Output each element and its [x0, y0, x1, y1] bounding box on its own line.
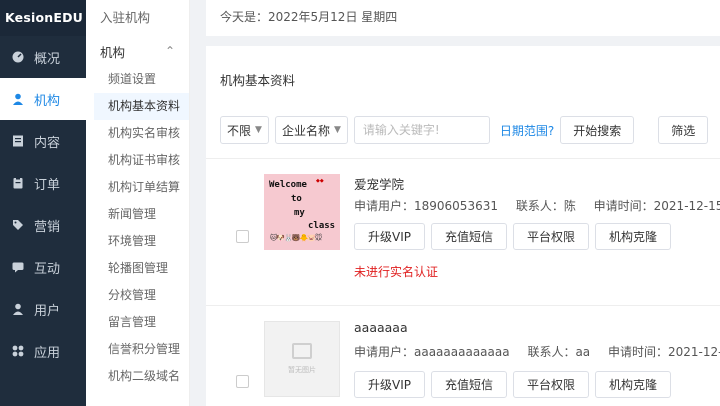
search-button[interactable]: 开始搜索 — [560, 116, 635, 144]
upgrade-vip-button[interactable]: 升级VIP — [354, 371, 425, 398]
apply-time: 申请时间：2021-12-15 — [593, 199, 720, 213]
nav-item-marketing[interactable]: 营销 — [0, 204, 86, 246]
nav-item-label: 订单 — [34, 177, 61, 193]
sub-menu-item[interactable]: 环境管理 — [86, 228, 189, 255]
page-title: 机构基本资料 — [220, 73, 296, 88]
sub-menu-item[interactable]: 机构证书审核 — [86, 147, 189, 174]
recharge-sms-button[interactable]: 充值短信 — [431, 371, 508, 398]
recharge-sms-button[interactable]: 充值短信 — [431, 223, 508, 250]
sub-menu-item[interactable]: 轮播图管理 — [86, 255, 189, 282]
platform-permission-button[interactable]: 平台权限 — [513, 223, 590, 250]
institution-meta: 申请用户：aaaaaaaaaaaaa 联系人：aa 申请时间：2021-12-1… — [354, 343, 720, 360]
nav-item-label: 营销 — [34, 219, 61, 235]
nav-item-label: 内容 — [34, 135, 61, 151]
image-placeholder-icon — [292, 343, 312, 359]
keyword-input[interactable] — [353, 116, 490, 144]
thumbnail-text: Welcome — [269, 180, 307, 190]
tag-icon — [12, 219, 24, 231]
dashboard-icon — [12, 51, 24, 63]
apply-user: 申请用户：aaaaaaaaaaaaa — [354, 345, 510, 359]
chevron-up-icon: ⌃ — [164, 44, 175, 58]
apps-icon — [12, 345, 24, 357]
thumbnail-logo: ◆◆ — [316, 178, 324, 184]
nav-item-label: 应用 — [34, 345, 61, 361]
institution-meta: 申请用户：18906053631 联系人：陈 申请时间：2021-12-15 可 — [354, 197, 720, 214]
caret-down-icon: ▼ — [255, 125, 262, 135]
divider — [206, 305, 720, 306]
chat-icon — [12, 261, 24, 273]
date-range-link[interactable]: 日期范围? — [500, 122, 554, 139]
sub-menu-item[interactable]: 机构实名审核 — [86, 120, 189, 147]
placeholder-label: 暂无图片 — [288, 366, 316, 374]
sub-menu-item[interactable]: 频道设置 — [86, 66, 189, 93]
thumbnail-text: to — [291, 194, 302, 204]
field-select[interactable]: 企业名称 ▼ — [274, 116, 348, 144]
nav-item-label: 互动 — [34, 261, 61, 277]
clone-institution-button[interactable]: 机构克隆 — [595, 371, 672, 398]
apply-user: 申请用户：18906053631 — [354, 199, 498, 213]
sub-menu-item[interactable]: 分校管理 — [86, 282, 189, 309]
nav-item-interaction[interactable]: 互动 — [0, 246, 86, 288]
institution-name[interactable]: aaaaaaa — [354, 320, 408, 335]
institution-thumbnail: ◆◆ Welcome to my class 🐱🐶🐰🐻🐥🐷🐭 — [264, 174, 340, 250]
nav-item-label: 机构 — [34, 93, 61, 109]
sub-menu-item[interactable]: 留言管理 — [86, 309, 189, 336]
thumbnail-text: my — [294, 208, 305, 218]
document-icon — [12, 135, 24, 147]
row-checkbox[interactable] — [236, 230, 249, 243]
divider — [206, 158, 720, 159]
user-icon — [12, 93, 24, 105]
nav-item-institution[interactable]: 机构 — [0, 78, 86, 120]
nav-item-orders[interactable]: 订单 — [0, 162, 86, 204]
sub-menu-item[interactable]: 信誉积分管理 — [86, 336, 189, 363]
sub-menu-group-institution[interactable]: 机构 ⌃ — [86, 36, 189, 66]
clipboard-icon — [12, 177, 24, 189]
sub-menu-item[interactable]: 新闻管理 — [86, 201, 189, 228]
contact-person: 联系人：aa — [527, 345, 591, 359]
institution-name[interactable]: 爱宠学院 — [354, 174, 404, 193]
upgrade-vip-button[interactable]: 升级VIP — [354, 223, 425, 250]
verification-warning: 未进行实名认证 — [354, 265, 439, 279]
person-icon — [12, 303, 24, 315]
content-panel: 机构基本资料 不限 ▼ 企业名称 ▼ 日期范围? 开始搜索 筛选 ◆◆ Welc… — [206, 46, 720, 406]
nav-item-overview[interactable]: 概况 — [0, 36, 86, 78]
platform-permission-button[interactable]: 平台权限 — [513, 371, 590, 398]
row-checkbox[interactable] — [236, 375, 249, 388]
nav-item-users[interactable]: 用户 — [0, 288, 86, 330]
brand-logo: KesionEDU — [0, 0, 86, 36]
nav-item-apps[interactable]: 应用 — [0, 330, 86, 372]
status-select-value: 不限 — [227, 123, 252, 138]
sub-menu-item[interactable]: 机构订单结算 — [86, 174, 189, 201]
sub-menu: 入驻机构 机构 ⌃ 频道设置 机构基本资料 机构实名审核 机构证书审核 机构订单… — [86, 0, 190, 406]
row-actions: 升级VIP 充值短信 平台权限 机构克隆 — [354, 223, 672, 250]
sub-menu-group-label: 机构 — [100, 44, 126, 60]
sub-menu-settled-institutions[interactable]: 入驻机构 — [86, 0, 189, 36]
nav-item-content[interactable]: 内容 — [0, 120, 86, 162]
institution-thumbnail-placeholder: 暂无图片 — [264, 321, 340, 397]
sub-menu-item[interactable]: 机构二级域名 — [86, 363, 189, 390]
filter-button[interactable]: 筛选 — [658, 116, 709, 144]
animal-stickers: 🐱🐶🐰🐻🐥🐷🐭 — [270, 234, 322, 242]
nav-item-label: 用户 — [34, 303, 61, 319]
date-display: 今天是：2022年5月12日 星期四 — [206, 0, 720, 36]
caret-down-icon: ▼ — [333, 125, 341, 135]
sub-menu-item-active[interactable]: 机构基本资料 — [94, 93, 189, 120]
field-select-value: 企业名称 — [281, 123, 330, 138]
apply-time: 申请时间：2021-12-15 — [607, 345, 720, 359]
filter-bar: 不限 ▼ 企业名称 ▼ 日期范围? 开始搜索 筛选 — [220, 116, 709, 144]
status-select[interactable]: 不限 ▼ — [220, 116, 269, 144]
thumbnail-text: class — [308, 221, 336, 231]
nav-item-label: 概况 — [34, 51, 61, 67]
main-nav: KesionEDU 概况 机构 内容 订单 营销 互动 用户 应用 — [0, 0, 86, 406]
clone-institution-button[interactable]: 机构克隆 — [595, 223, 672, 250]
main-area: 今天是：2022年5月12日 星期四 机构基本资料 不限 ▼ 企业名称 ▼ 日期… — [190, 0, 720, 406]
contact-person: 联系人：陈 — [515, 199, 576, 213]
row-actions: 升级VIP 充值短信 平台权限 机构克隆 — [354, 371, 672, 398]
